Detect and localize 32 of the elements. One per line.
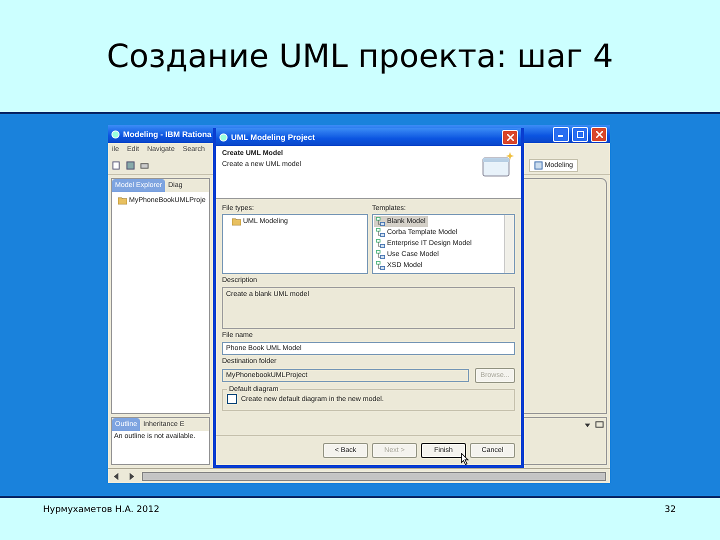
- window-title: Modeling - IBM Rationa: [123, 130, 212, 138]
- dialog-title: UML Modeling Project: [231, 132, 315, 142]
- close-button[interactable]: [591, 126, 607, 142]
- model-icon: [376, 239, 385, 248]
- model-icon: [376, 217, 385, 226]
- model-icon: [376, 250, 385, 259]
- model-icon: [376, 261, 385, 270]
- minimize-button[interactable]: [553, 126, 569, 142]
- maximize-button[interactable]: [572, 126, 588, 142]
- close-button[interactable]: [502, 130, 518, 144]
- close-icon: [596, 130, 602, 138]
- maximize-icon: [576, 130, 584, 138]
- app-icon: [219, 132, 228, 142]
- mouse-cursor-icon: [461, 453, 469, 465]
- arrow-right-icon: [127, 472, 136, 480]
- scrollbar[interactable]: [142, 472, 606, 480]
- perspective-icon: [534, 160, 543, 170]
- folder-icon: [118, 196, 127, 205]
- slide-author: Нурмухаметов Н.А. 2012: [43, 505, 160, 517]
- model-icon: [376, 228, 385, 237]
- app-icon: [111, 130, 120, 138]
- checkbox[interactable]: [227, 394, 237, 404]
- slide-title: Создание UML проекта: шаг 4: [106, 37, 614, 75]
- new-icon: [112, 160, 121, 170]
- arrow-left-icon: [112, 472, 121, 480]
- page-number: 32: [664, 505, 676, 517]
- maximize-icon: [595, 420, 604, 429]
- scrollbar[interactable]: [504, 215, 514, 273]
- save-icon: [126, 160, 135, 170]
- folder-icon: [232, 217, 241, 226]
- close-icon: [506, 134, 514, 140]
- print-icon: [140, 160, 149, 170]
